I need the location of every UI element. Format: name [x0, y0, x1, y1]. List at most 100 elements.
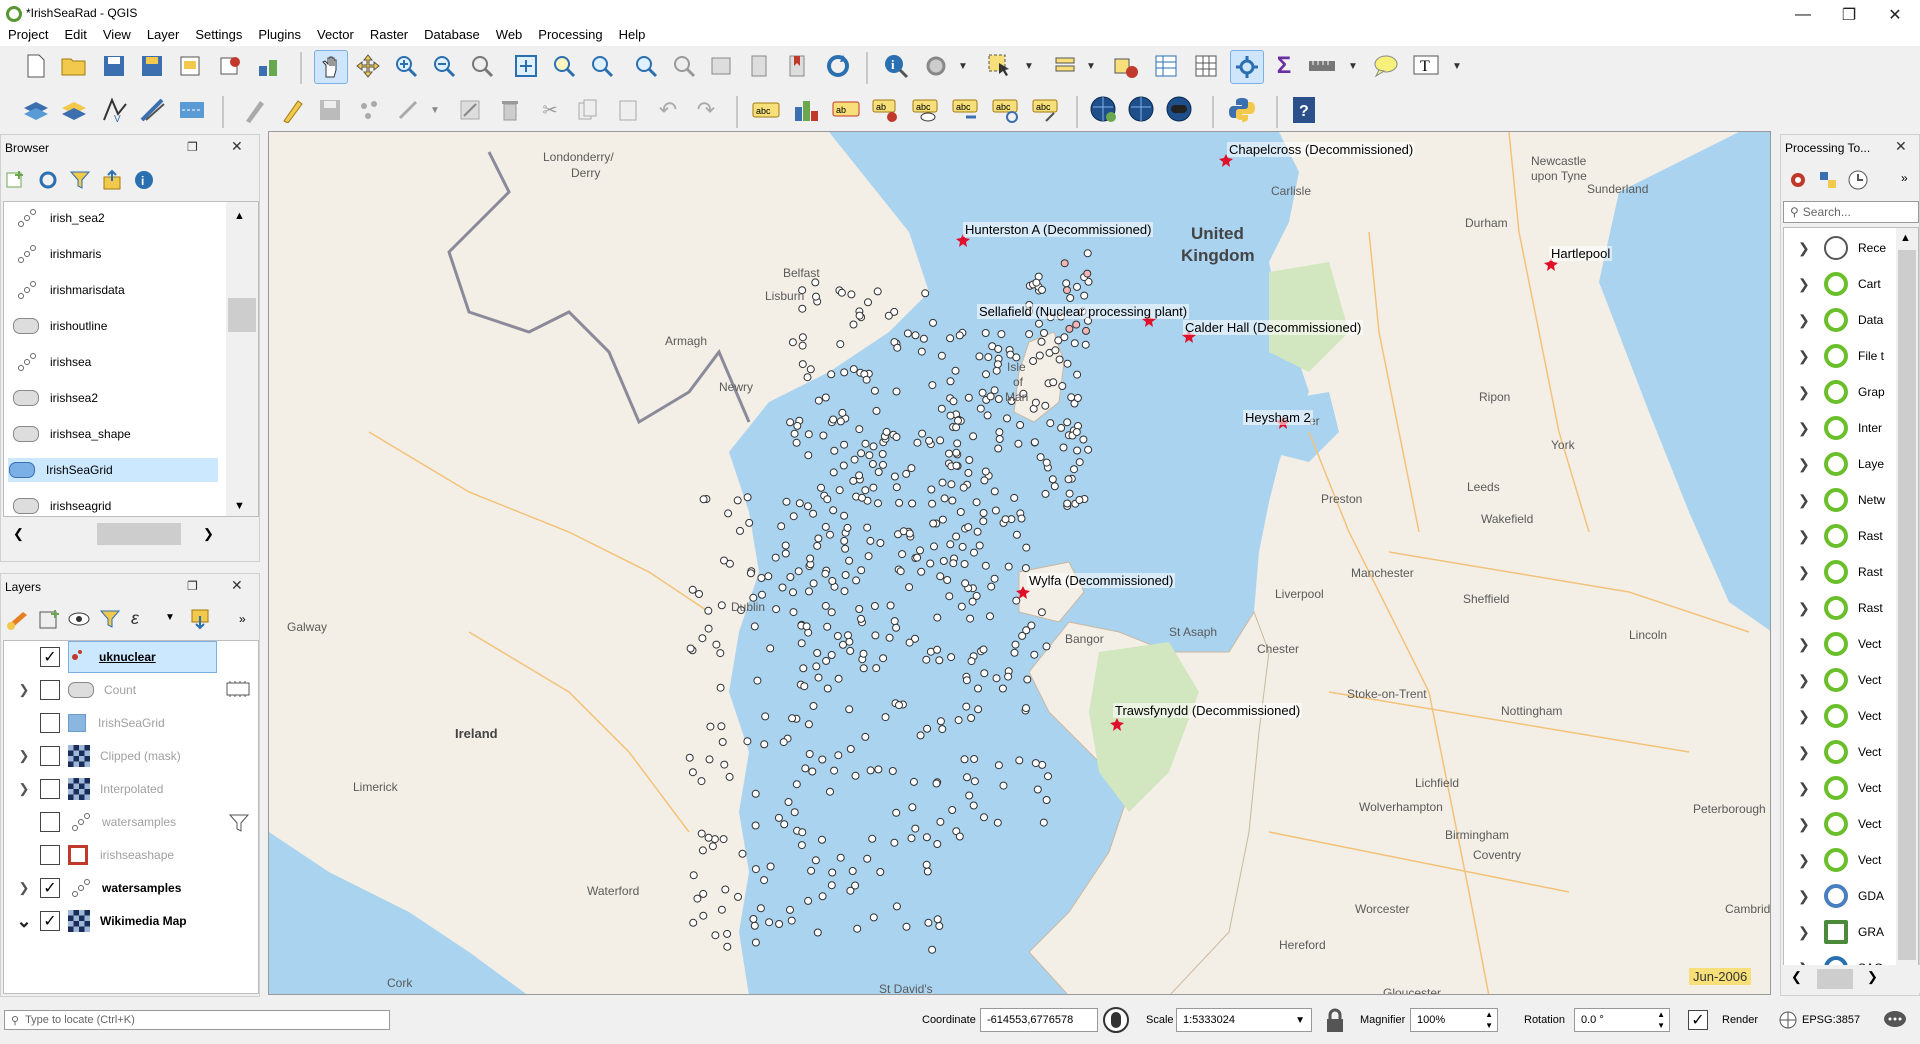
- water-sample-point[interactable]: [852, 576, 861, 585]
- layer-item[interactable]: ✓ uknuclear: [4, 641, 258, 673]
- water-sample-point[interactable]: [955, 331, 964, 340]
- water-sample-point[interactable]: [966, 614, 975, 623]
- zoom-in-icon[interactable]: [390, 50, 422, 82]
- water-sample-point[interactable]: [936, 436, 945, 445]
- expand-icon[interactable]: ❯: [1798, 348, 1812, 365]
- water-sample-point[interactable]: [908, 499, 917, 508]
- map-canvas[interactable]: Londonderry/ Derry Carlisle Newcastle up…: [268, 131, 1771, 995]
- water-sample-point[interactable]: [822, 656, 831, 665]
- zoom-layer-icon[interactable]: [586, 50, 618, 82]
- water-sample-point[interactable]: [929, 519, 938, 528]
- water-sample-point[interactable]: [798, 828, 807, 837]
- water-sample-point[interactable]: [1041, 401, 1050, 410]
- layer-visibility-checkbox[interactable]: [40, 746, 60, 766]
- water-sample-point[interactable]: [826, 787, 834, 796]
- water-sample-point[interactable]: [984, 353, 993, 362]
- water-sample-point[interactable]: [895, 701, 903, 710]
- water-sample-point[interactable]: [757, 574, 766, 582]
- water-sample-point[interactable]: [1062, 279, 1071, 288]
- water-sample-point[interactable]: [733, 496, 742, 505]
- water-sample-point[interactable]: [1055, 355, 1064, 364]
- water-sample-point[interactable]: [827, 651, 836, 659]
- water-sample-point[interactable]: [1075, 496, 1084, 504]
- water-sample-point[interactable]: [798, 304, 807, 313]
- water-sample-point[interactable]: [961, 579, 970, 588]
- water-sample-point[interactable]: [937, 404, 946, 413]
- water-sample-point[interactable]: [839, 640, 847, 649]
- new-map-view-icon[interactable]: [706, 50, 738, 82]
- water-sample-point[interactable]: [956, 508, 965, 516]
- water-sample-point[interactable]: [695, 590, 703, 598]
- water-sample-point[interactable]: [789, 512, 798, 521]
- water-sample-point[interactable]: [902, 922, 911, 931]
- water-sample-point[interactable]: [760, 876, 769, 885]
- filter-icon[interactable]: [69, 169, 93, 193]
- water-sample-point[interactable]: [861, 732, 870, 741]
- water-sample-point[interactable]: [723, 942, 732, 951]
- water-sample-point[interactable]: [1012, 530, 1021, 539]
- water-sample-point[interactable]: [967, 714, 976, 722]
- water-sample-point[interactable]: [685, 753, 694, 762]
- water-sample-point[interactable]: [789, 608, 798, 617]
- select-value-icon[interactable]: [1050, 50, 1082, 82]
- sum-icon[interactable]: Σ: [1268, 50, 1300, 82]
- vertex-tool-icon[interactable]: [392, 94, 424, 126]
- scale-combobox[interactable]: 1:5333024 ▼: [1176, 1008, 1312, 1032]
- water-sample-point[interactable]: [975, 541, 984, 550]
- water-sample-point[interactable]: [1073, 394, 1082, 402]
- water-sample-point[interactable]: [786, 418, 795, 427]
- add-virtual-icon[interactable]: [136, 94, 168, 126]
- water-sample-point[interactable]: [955, 832, 964, 841]
- water-sample-point[interactable]: [947, 480, 956, 489]
- layer-visibility-checkbox[interactable]: [40, 779, 60, 799]
- water-sample-point[interactable]: [840, 536, 849, 545]
- models-icon[interactable]: [1787, 169, 1811, 193]
- water-sample-point[interactable]: [836, 417, 845, 426]
- water-sample-point[interactable]: [799, 664, 808, 673]
- chevron-down-icon[interactable]: ▼: [956, 56, 970, 76]
- water-sample-point[interactable]: [753, 676, 762, 685]
- more-tools-icon[interactable]: »: [1901, 171, 1908, 185]
- water-sample-point[interactable]: [866, 536, 875, 545]
- water-sample-point[interactable]: [967, 657, 976, 666]
- water-sample-point[interactable]: [940, 494, 949, 503]
- water-sample-point[interactable]: [969, 801, 978, 810]
- menu-settings[interactable]: Settings: [187, 24, 250, 46]
- water-sample-point[interactable]: [1004, 672, 1013, 681]
- add-wms-icon[interactable]: V: [98, 94, 130, 126]
- expand-icon[interactable]: ❯: [14, 682, 34, 698]
- water-sample-point[interactable]: [1083, 269, 1092, 278]
- water-sample-point[interactable]: [885, 633, 894, 642]
- water-sample-point[interactable]: [946, 411, 955, 420]
- water-sample-point[interactable]: [784, 798, 793, 806]
- water-sample-point[interactable]: [1060, 333, 1069, 342]
- water-sample-point[interactable]: [916, 546, 924, 555]
- water-sample-point[interactable]: [918, 429, 927, 438]
- water-sample-point[interactable]: [845, 705, 854, 714]
- scroll-right-icon[interactable]: ❯: [1867, 969, 1878, 985]
- menu-edit[interactable]: Edit: [56, 24, 94, 46]
- water-sample-point[interactable]: [804, 451, 813, 460]
- menu-view[interactable]: View: [95, 24, 139, 46]
- menu-plugins[interactable]: Plugins: [250, 24, 309, 46]
- modify-attributes-icon[interactable]: [454, 94, 486, 126]
- menu-raster[interactable]: Raster: [362, 24, 416, 46]
- water-sample-point[interactable]: [772, 605, 781, 614]
- water-sample-point[interactable]: [705, 755, 714, 764]
- zoom-selection-icon[interactable]: [548, 50, 580, 82]
- water-sample-point[interactable]: [764, 572, 773, 581]
- water-sample-point[interactable]: [777, 522, 786, 531]
- browser-item[interactable]: irishsea2: [12, 386, 222, 410]
- water-sample-point[interactable]: [774, 813, 783, 822]
- layer-item[interactable]: ❯ ✓ watersamples: [4, 872, 258, 904]
- water-sample-point[interactable]: [1042, 642, 1051, 651]
- water-sample-point[interactable]: [911, 824, 920, 833]
- water-sample-point[interactable]: [829, 468, 838, 477]
- filter-expression-icon[interactable]: ε: [131, 608, 157, 632]
- menu-database[interactable]: Database: [416, 24, 488, 46]
- statistics-icon[interactable]: [1230, 50, 1264, 84]
- water-sample-point[interactable]: [881, 713, 890, 722]
- water-sample-point[interactable]: [993, 360, 1002, 369]
- water-sample-point[interactable]: [907, 464, 916, 473]
- water-sample-point[interactable]: [845, 556, 854, 565]
